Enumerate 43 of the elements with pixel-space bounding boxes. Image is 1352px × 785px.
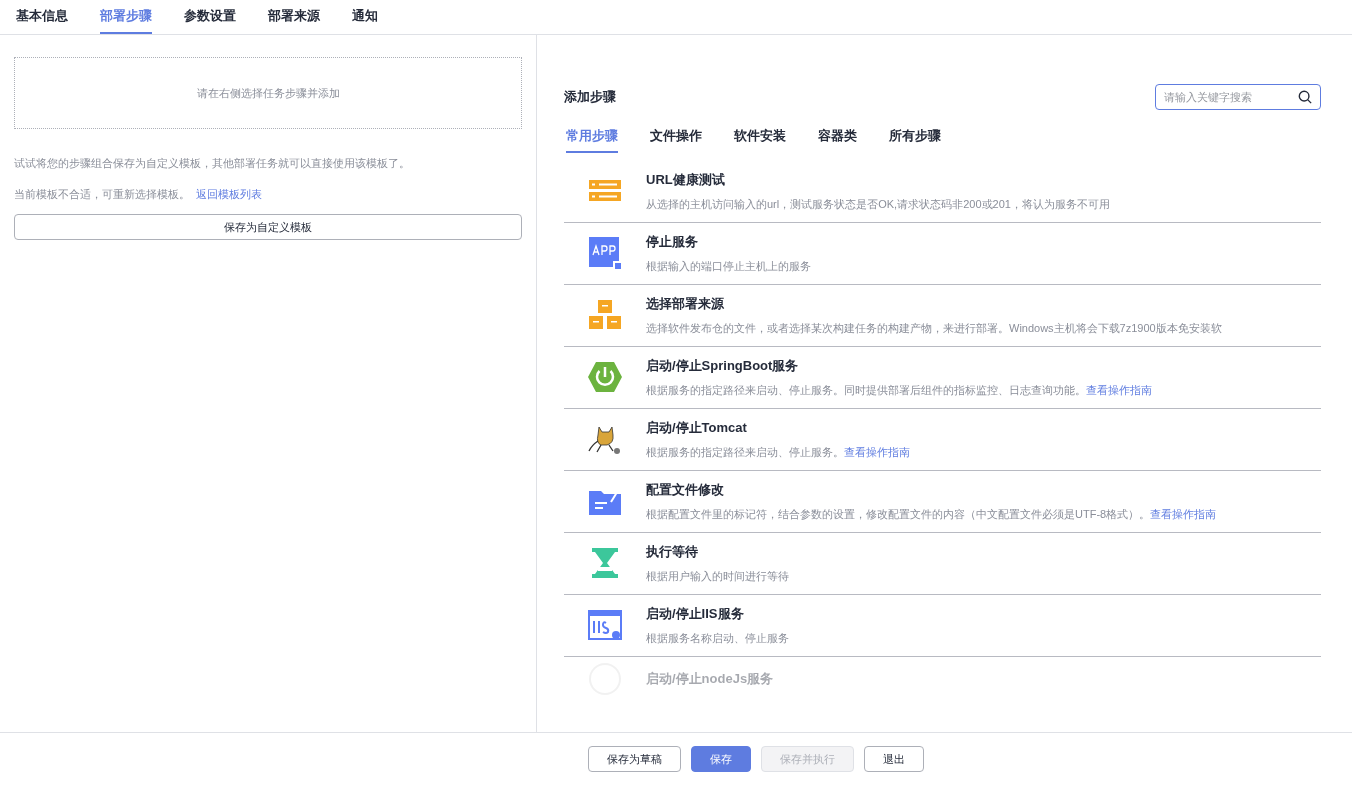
step-description: 根据配置文件里的标记符，结合参数的设置，修改配置文件的内容（中文配置文件必须是UTF-8格式）。 <box>646 506 1151 522</box>
step-title[interactable]: 启动/停止IIS服务 <box>646 604 789 624</box>
guide-link[interactable]: 查看操作指南 <box>1150 505 1217 522</box>
step-description: 选择软件发布仓的文件，或者选择某次构建任务的构建产物，来进行部署。Windows主机将会下载7z1900版本免安装软 <box>646 320 1222 336</box>
tab[interactable]: 参数设置 <box>184 0 236 34</box>
footer-button[interactable]: 退出 <box>864 746 924 772</box>
save-template-button[interactable]: 保存为自定义模板 <box>14 214 522 240</box>
search-icon[interactable] <box>1298 90 1312 104</box>
step-description: 根据用户输入的时间进行等待 <box>646 568 789 584</box>
search-field[interactable]: 请输入关键字搜索 <box>1155 84 1321 110</box>
tab[interactable]: 基本信息 <box>16 0 68 34</box>
step-description: 根据输入的端口停止主机上的服务 <box>646 258 811 274</box>
power-icon <box>587 359 623 395</box>
category-tab[interactable]: 常用步骤 <box>566 126 618 153</box>
window-gear-icon <box>587 607 623 643</box>
hint-text: 试试将您的步骤组合保存为自定义模板，其他部署任务就可以直接使用该模板了。 <box>14 156 411 171</box>
guide-link[interactable]: 查看操作指南 <box>1086 381 1152 398</box>
step-title[interactable]: 选择部署来源 <box>646 294 1222 314</box>
tab[interactable]: 通知 <box>352 0 378 34</box>
step-description: 根据服务的指定路径来启动、停止服务。 <box>646 444 844 460</box>
template-note: 当前模板不合适，可重新选择模板。 <box>14 186 190 202</box>
guide-link[interactable]: 查看操作指南 <box>844 443 910 460</box>
category-tab[interactable]: 所有步骤 <box>889 126 941 153</box>
category-tab[interactable]: 容器类 <box>818 126 857 153</box>
footer-button[interactable]: 保存为草稿 <box>588 746 681 772</box>
step-description: 根据服务名称启动、停止服务 <box>646 630 789 646</box>
step-description: 从选择的主机访问输入的url，测试服务状态是否OK,请求状态码非200或201，将认为服务不可用 <box>646 196 1110 212</box>
tab[interactable]: 部署来源 <box>268 0 320 34</box>
category-tab[interactable]: 软件安装 <box>734 126 786 153</box>
drop-zone: 请在右侧选择任务步骤并添加 <box>14 57 522 129</box>
step-title[interactable]: 启动/停止Tomcat <box>646 418 910 438</box>
tab[interactable]: 部署步骤 <box>100 0 152 34</box>
category-tab[interactable]: 文件操作 <box>650 126 702 153</box>
step-title[interactable]: 执行等待 <box>646 542 789 562</box>
step-title[interactable]: URL健康测试 <box>646 170 1110 190</box>
step-title[interactable]: 启动/停止SpringBoot服务 <box>646 356 1152 376</box>
section-title: 添加步骤 <box>564 88 616 107</box>
step-description: 根据服务的指定路径来启动、停止服务。同时提供部署后组件的指标监控、日志查询功能。 <box>646 382 1086 398</box>
template-list-link[interactable]: 返回模板列表 <box>196 185 262 202</box>
app-icon <box>587 235 623 271</box>
step-title[interactable]: 停止服务 <box>646 232 811 252</box>
footer-button[interactable]: 保存 <box>691 746 751 772</box>
step-title[interactable]: 配置文件修改 <box>646 480 1217 500</box>
